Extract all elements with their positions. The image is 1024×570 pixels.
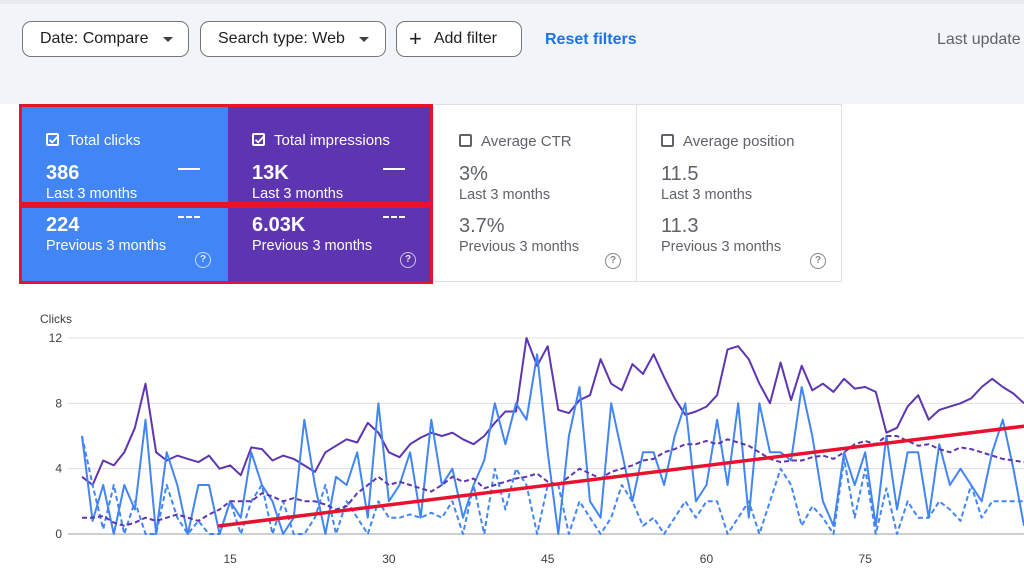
checkbox-unchecked[interactable] — [459, 134, 472, 147]
metric-previous-period: Previous 3 months — [459, 239, 580, 255]
metric-current-period: Last 3 months — [46, 186, 138, 202]
chart-series — [81, 337, 1024, 535]
add-filter-label: Add filter — [433, 30, 497, 47]
solid-line-legend-icon — [383, 168, 405, 170]
x-tick-label: 15 — [224, 552, 238, 566]
x-tick-label: 75 — [859, 552, 873, 566]
help-icon[interactable]: ? — [195, 252, 211, 268]
metric-current-period: Last 3 months — [661, 187, 753, 203]
metric-current-period: Last 3 months — [252, 186, 344, 202]
metric-previous-period: Previous 3 months — [661, 239, 782, 255]
x-tick-label: 45 — [541, 552, 555, 566]
metric-current-value: 13K — [252, 162, 289, 184]
filter-bar-spacer — [0, 88, 1024, 104]
metric-current-value: 386 — [46, 162, 80, 184]
last-updated-text: Last update — [937, 31, 1021, 48]
metric-card-total-impressions[interactable]: Total impressions 13K Last 3 months 6.03… — [228, 104, 431, 282]
chart-ticks: 0 4 8 12 15 30 45 60 75 — [49, 331, 873, 566]
add-filter-button[interactable]: + Add filter — [396, 21, 522, 57]
metric-previous-value: 6.03K — [252, 214, 306, 236]
search-type-label: Search type: Web — [218, 30, 345, 47]
x-tick-label: 60 — [700, 552, 714, 566]
caret-down-icon — [162, 36, 173, 42]
caret-down-icon — [358, 36, 369, 42]
metric-previous-period: Previous 3 months — [252, 238, 373, 254]
plus-icon: + — [409, 26, 422, 51]
y-tick-label: 4 — [55, 462, 62, 476]
filter-bar: Date: Compare Search type: Web + Add fil… — [0, 0, 1024, 88]
y-tick-label: 8 — [55, 396, 62, 410]
y-tick-label: 12 — [49, 331, 63, 345]
metric-current-period: Last 3 months — [459, 187, 551, 203]
metric-label: Total impressions — [274, 132, 390, 149]
solid-line-legend-icon — [178, 168, 200, 170]
performance-chart: Clicks 0 4 8 12 15 30 45 60 75 — [40, 312, 1024, 566]
metric-current-value: 3% — [459, 163, 488, 185]
checkbox-unchecked[interactable] — [661, 134, 674, 147]
check-icon[interactable] — [46, 133, 59, 146]
date-filter-button[interactable]: Date: Compare — [22, 21, 189, 57]
metric-previous-value: 3.7% — [459, 215, 505, 237]
help-icon[interactable]: ? — [605, 253, 621, 269]
metric-previous-value: 224 — [46, 214, 80, 236]
reset-filters-link[interactable]: Reset filters — [545, 31, 637, 49]
search-type-filter-button[interactable]: Search type: Web — [200, 21, 386, 57]
y-tick-label: 0 — [55, 527, 62, 541]
help-icon[interactable]: ? — [810, 253, 826, 269]
metric-previous-value: 11.3 — [661, 215, 699, 237]
series-line-4 — [82, 435, 1024, 527]
metric-label: Total clicks — [68, 132, 141, 149]
metric-card-total-clicks[interactable]: Total clicks 386 Last 3 months 224 Previ… — [22, 104, 228, 282]
dashed-line-legend-icon — [178, 216, 200, 218]
metric-current-value: 11.5 — [661, 163, 699, 185]
metric-card-average-position[interactable]: Average position 11.5 Last 3 months 11.3… — [637, 104, 842, 282]
metric-label: Average CTR — [481, 133, 572, 150]
metric-label: Average position — [683, 133, 795, 150]
metric-card-average-ctr[interactable]: Average CTR 3% Last 3 months 3.7% Previo… — [435, 104, 637, 282]
divider — [0, 0, 1024, 4]
check-icon[interactable] — [252, 133, 265, 146]
date-filter-label: Date: Compare — [40, 30, 149, 47]
metric-previous-period: Previous 3 months — [46, 238, 167, 254]
y-axis-label: Clicks — [40, 312, 72, 326]
help-icon[interactable]: ? — [400, 252, 416, 268]
dashed-line-legend-icon — [383, 216, 405, 218]
x-tick-label: 30 — [382, 552, 396, 566]
